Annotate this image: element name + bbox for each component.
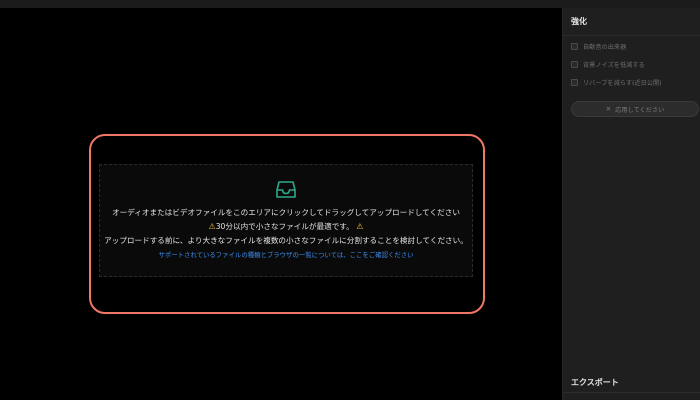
warning-icon: ⚠: [353, 222, 364, 231]
checkbox[interactable]: [571, 79, 578, 86]
upload-dropzone-inner[interactable]: オーディオまたはビデオファイルをこのエリアにクリックしてドラッグしてアップロード…: [99, 164, 473, 277]
close-icon: ✕: [605, 105, 612, 113]
supported-files-link[interactable]: サポートされているファイルの種類とブラウザの一覧については、ここをご確認ください: [158, 249, 413, 261]
checkbox[interactable]: [571, 43, 578, 50]
apply-button-label: 応用してください: [615, 106, 665, 114]
sidebar: 強化 自動音の出来器 背景ノイズを低減する リバーブを減らす(近日公開) ✕ 応…: [562, 8, 700, 400]
enhance-title: 強化: [571, 17, 587, 26]
option-label: リバーブを減らす(近日公開): [583, 80, 662, 87]
option-reduce-noise[interactable]: 背景ノイズを低減する: [571, 60, 645, 69]
upload-split-hint: アップロードする前に、より大きなファイルを複数の小さなファイルに分割することを検…: [104, 236, 468, 245]
divider: [563, 35, 700, 36]
option-label: 背景ノイズを低減する: [583, 62, 645, 69]
main-area: オーディオまたはビデオファイルをこのエリアにクリックしてドラッグしてアップロード…: [0, 8, 562, 400]
inbox-icon: [276, 181, 296, 198]
option-reduce-reverb[interactable]: リバーブを減らす(近日公開): [571, 78, 662, 87]
option-auto-audio[interactable]: 自動音の出来器: [571, 42, 626, 51]
apply-button[interactable]: ✕ 応用してください: [571, 101, 699, 117]
upload-warning: ⚠30分以内で小さなファイルが最適です。 ⚠: [209, 220, 364, 234]
checkbox[interactable]: [571, 61, 578, 68]
export-title: エクスポート: [571, 378, 619, 387]
upload-instruction: オーディオまたはビデオファイルをこのエリアにクリックしてドラッグしてアップロード…: [112, 208, 460, 217]
divider: [563, 392, 700, 393]
warning-icon: ⚠: [208, 222, 216, 231]
option-label: 自動音の出来器: [583, 44, 627, 51]
upload-warning-text: 30分以内で小さなファイルが最適です。: [215, 222, 354, 231]
top-bar: [0, 0, 700, 8]
upload-dropzone[interactable]: オーディオまたはビデオファイルをこのエリアにクリックしてドラッグしてアップロード…: [89, 134, 485, 314]
